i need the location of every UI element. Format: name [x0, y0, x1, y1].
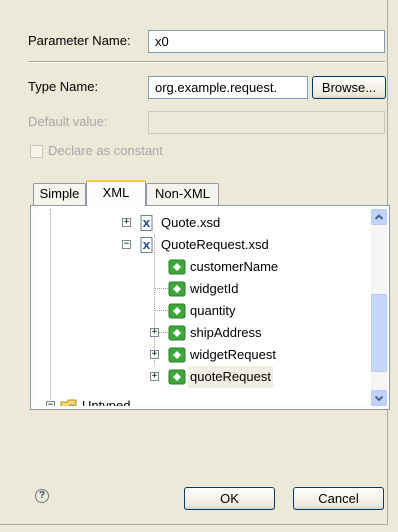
collapse-toggle[interactable]: −: [46, 401, 55, 406]
tree-item-label: Quote.xsd: [161, 215, 221, 230]
tree-item-label: widgetId: [190, 281, 239, 296]
ok-button[interactable]: OK: [184, 487, 275, 510]
default-value-input[interactable]: [148, 111, 385, 134]
tree-item-customername[interactable]: customerName: [34, 256, 354, 278]
tree-item-label: widgetRequest: [190, 347, 276, 362]
svg-text:X: X: [143, 241, 151, 252]
schema-tree[interactable]: + X Quote.xsd − X QuoteRequest.xsd custo…: [34, 209, 372, 406]
declare-constant-label: Declare as constant: [48, 143, 163, 158]
element-icon: [168, 281, 186, 297]
expand-toggle[interactable]: +: [150, 350, 159, 359]
parameter-dialog: Parameter Name: x0 Type Name: org.exampl…: [0, 0, 390, 525]
scroll-thumb[interactable]: [371, 294, 387, 372]
element-icon: [168, 259, 186, 275]
separator: [28, 61, 385, 63]
element-icon: [168, 347, 186, 363]
chevron-up-icon: [374, 214, 384, 220]
tree-item-widgetid[interactable]: widgetId: [34, 278, 354, 300]
tree-item-quote-xsd[interactable]: + X Quote.xsd: [34, 212, 354, 234]
tree-item-widgetrequest[interactable]: + widgetRequest: [34, 344, 354, 366]
element-icon: [168, 303, 186, 319]
tab-xml[interactable]: XML: [86, 180, 146, 206]
type-name-input[interactable]: org.example.request.: [148, 76, 308, 99]
parameter-name-label: Parameter Name:: [28, 33, 131, 48]
parameter-name-input[interactable]: x0: [148, 30, 385, 53]
tree-item-label: QuoteRequest.xsd: [161, 237, 269, 252]
tree-item-shipaddress[interactable]: + shipAddress: [34, 322, 354, 344]
tree-scrollbar[interactable]: [371, 209, 387, 406]
tree-item-label: Untyped: [82, 398, 131, 406]
tree-item-quoterequest[interactable]: + quoteRequest: [34, 366, 354, 388]
help-icon[interactable]: ?: [35, 489, 49, 503]
tree-item-label: quantity: [190, 303, 236, 318]
expand-toggle[interactable]: +: [150, 372, 159, 381]
element-icon: [168, 325, 186, 341]
collapse-toggle[interactable]: −: [122, 240, 131, 249]
tree-item-untyped[interactable]: − Untyped: [34, 395, 354, 406]
expand-toggle[interactable]: +: [122, 218, 131, 227]
scroll-down-button[interactable]: [371, 390, 387, 406]
svg-text:X: X: [143, 219, 151, 230]
tab-simple[interactable]: Simple: [33, 183, 86, 205]
tree-item-label: shipAddress: [190, 325, 262, 340]
type-name-label: Type Name:: [28, 79, 99, 94]
tree-item-label: quoteRequest: [188, 366, 273, 388]
chevron-down-icon: [374, 395, 384, 402]
tab-non-xml[interactable]: Non-XML: [146, 183, 219, 205]
browse-button[interactable]: Browse...: [312, 76, 386, 99]
xsd-file-icon: X: [140, 237, 153, 253]
xml-tab-panel: + X Quote.xsd − X QuoteRequest.xsd custo…: [30, 205, 390, 410]
tree-item-label: customerName: [190, 259, 279, 274]
folder-icon: [60, 399, 77, 406]
xsd-file-icon: X: [140, 215, 153, 231]
cancel-button[interactable]: Cancel: [293, 487, 384, 510]
tree-item-quoterequest-xsd[interactable]: − X QuoteRequest.xsd: [34, 234, 354, 256]
tree-item-quantity[interactable]: quantity: [34, 300, 354, 322]
declare-constant-checkbox[interactable]: [30, 145, 43, 158]
scroll-up-button[interactable]: [371, 209, 387, 225]
default-value-label: Default value:: [28, 114, 108, 129]
expand-toggle[interactable]: +: [150, 328, 159, 337]
element-icon: [168, 369, 186, 385]
